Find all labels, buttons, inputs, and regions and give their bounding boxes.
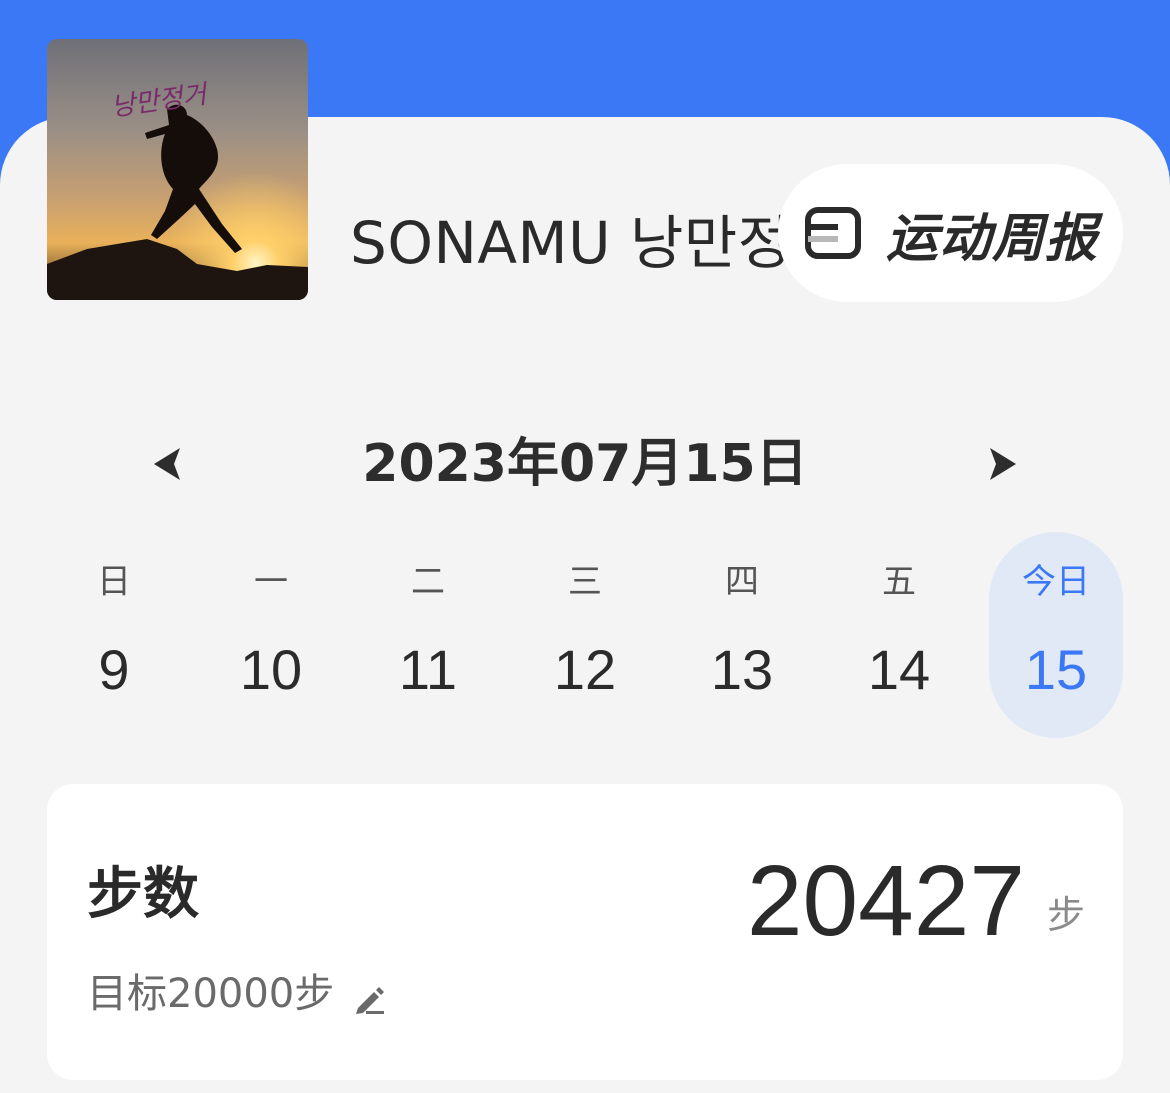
steps-card[interactable]: 步数 20427 步 目标20000步 bbox=[47, 784, 1123, 1080]
day-number: 10 bbox=[239, 638, 303, 701]
day-item-14[interactable]: 五 14 bbox=[832, 532, 966, 738]
day-item-11[interactable]: 二 11 bbox=[361, 532, 495, 738]
album-cover-image: 낭만정거 bbox=[47, 39, 308, 300]
pencil-icon[interactable] bbox=[352, 982, 386, 1016]
day-number: 13 bbox=[710, 638, 774, 701]
day-weekday: 五 bbox=[882, 562, 916, 602]
goal-row[interactable]: 目标20000步 bbox=[87, 970, 386, 1018]
report-icon bbox=[804, 204, 862, 262]
profile-name: SONAMU 낭만정 bbox=[350, 210, 792, 277]
date-title: 2023年07月15日 bbox=[362, 434, 808, 494]
day-number: 11 bbox=[398, 638, 458, 701]
day-item-13[interactable]: 四 13 bbox=[675, 532, 809, 738]
day-number: 15 bbox=[1024, 638, 1088, 701]
day-number: 12 bbox=[553, 638, 617, 701]
day-weekday: 日 bbox=[97, 562, 131, 602]
week-strip: 日 9 一 10 二 11 三 12 四 13 五 14 今日 15 bbox=[35, 532, 1135, 738]
previous-day-button[interactable] bbox=[140, 438, 192, 490]
chevron-left-icon bbox=[154, 448, 180, 480]
day-item-10[interactable]: 一 10 bbox=[204, 532, 338, 738]
day-item-12[interactable]: 三 12 bbox=[518, 532, 652, 738]
day-weekday: 三 bbox=[568, 562, 602, 602]
steps-title: 步数 bbox=[87, 862, 199, 927]
day-weekday: 二 bbox=[411, 562, 445, 602]
steps-unit: 步 bbox=[1046, 893, 1085, 937]
profile-avatar[interactable]: 낭만정거 bbox=[47, 39, 308, 300]
steps-value: 20427 bbox=[746, 845, 1025, 957]
day-number: 14 bbox=[867, 638, 931, 701]
next-day-button[interactable] bbox=[978, 438, 1030, 490]
day-item-9[interactable]: 日 9 bbox=[47, 532, 181, 738]
day-item-15-today[interactable]: 今日 15 bbox=[989, 532, 1123, 738]
steps-goal: 目标20000步 bbox=[87, 971, 335, 1017]
day-number: 9 bbox=[98, 638, 130, 701]
weekly-report-button[interactable]: 运动周报 bbox=[778, 164, 1123, 302]
day-weekday: 一 bbox=[254, 562, 288, 602]
date-navigator: 2023年07月15日 bbox=[0, 425, 1170, 505]
chevron-right-icon bbox=[990, 448, 1016, 480]
day-weekday: 四 bbox=[725, 562, 759, 602]
weekly-report-label: 运动周报 bbox=[886, 208, 1099, 269]
day-weekday: 今日 bbox=[1022, 562, 1090, 602]
